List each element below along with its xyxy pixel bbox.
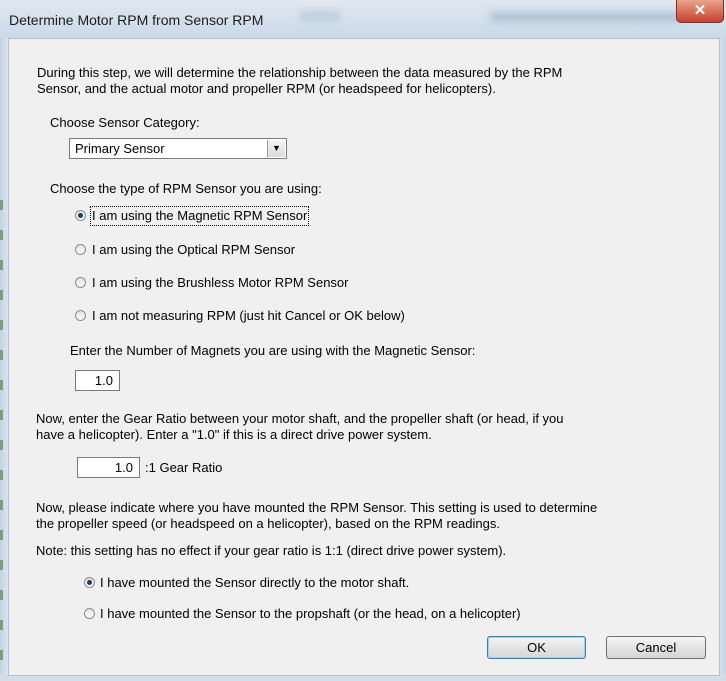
close-button[interactable]: ✕ <box>676 0 724 23</box>
radio-mount-propshaft-label[interactable]: I have mounted the Sensor to the propsha… <box>100 606 521 622</box>
intro-text-line2: Sensor, and the actual motor and propell… <box>37 81 496 96</box>
radio-no-rpm[interactable] <box>75 310 86 321</box>
intro-text-line1: During this step, we will determine the … <box>37 65 563 80</box>
radio-no-rpm-label[interactable]: I am not measuring RPM (just hit Cancel … <box>92 308 405 324</box>
mount-note: Note: this setting has no effect if your… <box>36 543 507 558</box>
radio-mount-motor-shaft-label[interactable]: I have mounted the Sensor directly to th… <box>100 575 409 591</box>
magnets-label: Enter the Number of Magnets you are usin… <box>70 343 476 358</box>
cancel-button[interactable]: Cancel <box>606 636 706 659</box>
radio-optical-sensor[interactable] <box>75 244 86 255</box>
radio-brushless-sensor-label[interactable]: I am using the Brushless Motor RPM Senso… <box>92 275 349 291</box>
gear-ratio-input[interactable]: 1.0 <box>77 457 140 478</box>
title-bar: Determine Motor RPM from Sensor RPM ✕ <box>0 0 726 39</box>
magnets-input[interactable]: 1.0 <box>75 370 120 391</box>
background-edge <box>0 200 3 660</box>
gear-ratio-suffix: :1 Gear Ratio <box>145 460 223 475</box>
chevron-down-icon[interactable]: ▼ <box>267 140 285 157</box>
ok-button[interactable]: OK <box>487 636 586 659</box>
sensor-category-select[interactable]: Primary Sensor ▼ <box>69 138 287 159</box>
radio-mount-propshaft[interactable] <box>84 608 95 619</box>
sensor-type-label: Choose the type of RPM Sensor you are us… <box>50 181 322 196</box>
radio-magnetic-sensor-label[interactable]: I am using the Magnetic RPM Sensor <box>89 206 310 226</box>
radio-magnetic-sensor[interactable] <box>75 210 86 221</box>
radio-optical-sensor-label[interactable]: I am using the Optical RPM Sensor <box>92 242 295 258</box>
mount-text-line2: the propeller speed (or headspeed on a h… <box>36 516 500 531</box>
gear-ratio-text-line2: have a helicopter). Enter a "1.0" if thi… <box>36 427 432 442</box>
sensor-category-label: Choose Sensor Category: <box>50 115 200 130</box>
sensor-category-value: Primary Sensor <box>75 141 165 156</box>
mount-text-line1: Now, please indicate where you have moun… <box>36 500 598 515</box>
radio-brushless-sensor[interactable] <box>75 277 86 288</box>
radio-mount-motor-shaft[interactable] <box>84 577 95 588</box>
window-title: Determine Motor RPM from Sensor RPM <box>9 12 264 28</box>
title-bar-background-blur <box>300 10 340 22</box>
close-icon: ✕ <box>693 2 707 19</box>
title-bar-background-blur <box>490 12 680 22</box>
gear-ratio-text-line1: Now, enter the Gear Ratio between your m… <box>36 411 564 426</box>
